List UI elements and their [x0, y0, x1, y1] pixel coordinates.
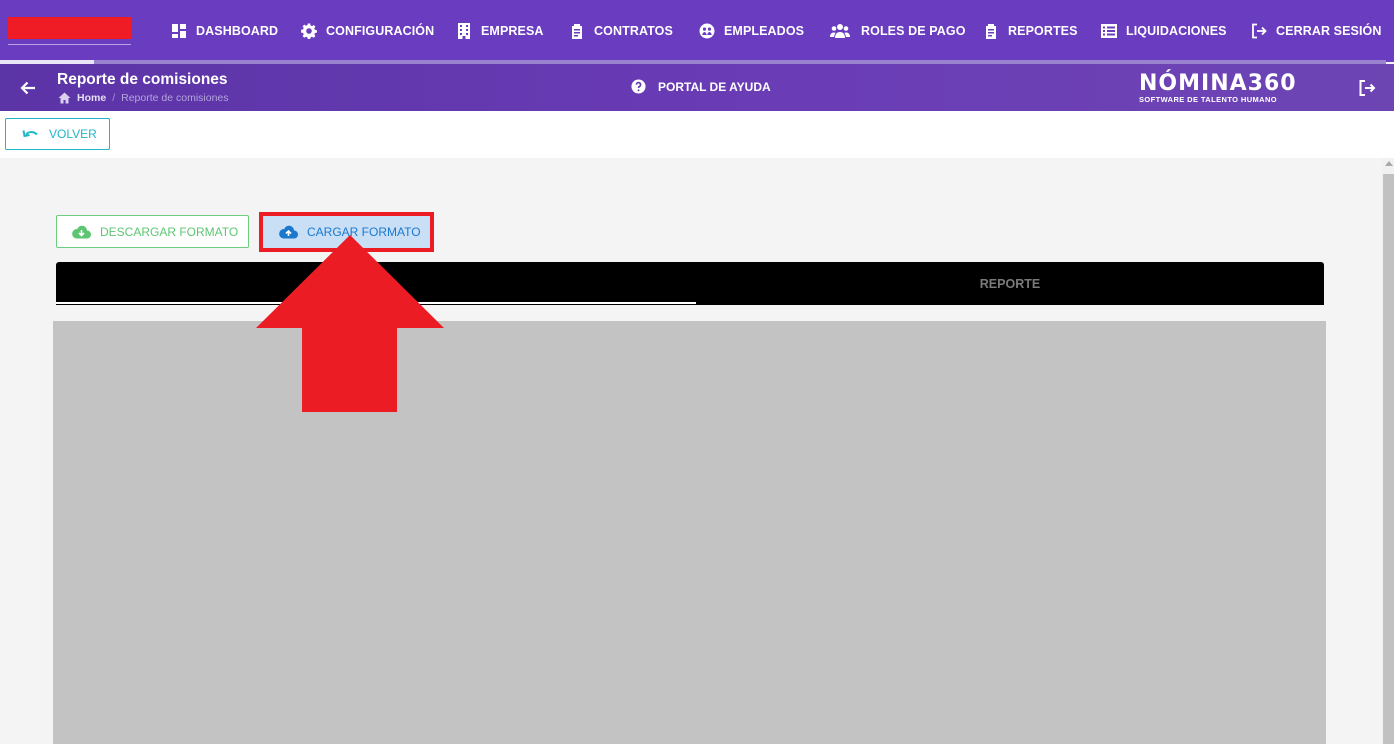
users-icon: [830, 24, 850, 38]
toolbar: VOLVER: [0, 111, 1394, 158]
help-portal-label: PORTAL DE AYUDA: [658, 79, 771, 94]
nav-item-empleados[interactable]: EMPLEADOS: [699, 0, 804, 62]
nav-item-liquidaciones[interactable]: LIQUIDACIONES: [1101, 0, 1227, 62]
active-tab-indicator: [56, 302, 696, 304]
nav-item-dashboard[interactable]: DASHBOARD: [171, 0, 278, 62]
logo-divider: [8, 44, 131, 45]
nav-item-configuracion[interactable]: CONFIGURACIÓN: [301, 0, 434, 62]
exit-icon[interactable]: [1358, 79, 1376, 97]
brand-tagline: SOFTWARE DE TALENTO HUMANO: [1139, 95, 1278, 104]
building-icon: [458, 23, 470, 39]
nav-item-label: DASHBOARD: [196, 24, 279, 38]
brand-logo: NÓMINA360 SOFTWARE DE TALENTO HUMANO: [1139, 71, 1297, 105]
nav-item-cerrar-sesion[interactable]: CERRAR SESIÓN: [1251, 0, 1381, 62]
vertical-scrollbar[interactable]: [1382, 158, 1394, 744]
top-navbar: DASHBOARD CONFIGURACIÓN EMPRESA CONTRATO…: [0, 0, 1394, 64]
gear-icon: [301, 23, 317, 39]
undo-icon: [22, 129, 38, 137]
report-icon: [986, 24, 996, 39]
brand-name: NÓMINA360: [1139, 71, 1297, 96]
nav-item-label: EMPRESA: [481, 24, 544, 38]
page-header: Reporte de comisiones Home / Reporte de …: [0, 64, 1394, 111]
download-format-button[interactable]: DESCARGAR FORMATO: [56, 215, 249, 248]
scrollbar-thumb[interactable]: [1383, 174, 1394, 744]
tab-reporte[interactable]: REPORTE: [696, 262, 1324, 305]
nav-item-empresa[interactable]: EMPRESA: [456, 0, 544, 62]
nav-item-label: ROLES DE PAGO: [861, 24, 966, 38]
volver-button[interactable]: VOLVER: [5, 118, 110, 150]
tab-bar: ES REPORTE: [56, 262, 1324, 305]
nav-item-label: EMPLEADOS: [724, 24, 805, 38]
breadcrumb: Home / Reporte de comisiones: [58, 92, 229, 104]
scroll-up-arrow-icon[interactable]: [1385, 161, 1393, 166]
nav-item-contratos[interactable]: CONTRATOS: [569, 0, 673, 62]
breadcrumb-home-link[interactable]: Home: [77, 92, 106, 104]
question-circle-icon: [631, 79, 646, 94]
nav-item-label: CERRAR SESIÓN: [1276, 24, 1382, 38]
upload-format-button[interactable]: CARGAR FORMATO: [263, 215, 430, 248]
breadcrumb-current: Reporte de comisiones: [121, 92, 229, 104]
cloud-download-icon: [72, 225, 91, 238]
logout-icon: [1252, 23, 1267, 39]
list-icon: [1101, 24, 1117, 38]
nav-item-label: CONFIGURACIÓN: [326, 24, 435, 38]
download-format-label: DESCARGAR FORMATO: [100, 224, 239, 239]
home-icon: [58, 92, 71, 104]
tab-es[interactable]: ES: [56, 262, 696, 305]
nav-item-label: LIQUIDACIONES: [1126, 24, 1227, 38]
page-title: Reporte de comisiones: [57, 71, 228, 88]
content-panel: [53, 321, 1326, 744]
employees-icon: [699, 23, 715, 39]
help-portal-link[interactable]: PORTAL DE AYUDA: [631, 79, 771, 94]
nav-item-label: CONTRATOS: [594, 24, 673, 38]
upload-format-label: CARGAR FORMATO: [307, 224, 421, 239]
company-logo[interactable]: [8, 17, 131, 39]
nav-item-label: REPORTES: [1008, 24, 1078, 38]
back-arrow-icon[interactable]: [18, 78, 38, 98]
nav-item-roles-de-pago[interactable]: ROLES DE PAGO: [828, 0, 966, 62]
nav-item-reportes[interactable]: REPORTES: [983, 0, 1078, 62]
dashboard-icon: [172, 24, 186, 38]
clipboard-icon: [572, 24, 582, 39]
volver-label: VOLVER: [49, 127, 97, 141]
cloud-upload-icon: [279, 225, 298, 238]
breadcrumb-separator: /: [112, 92, 116, 104]
